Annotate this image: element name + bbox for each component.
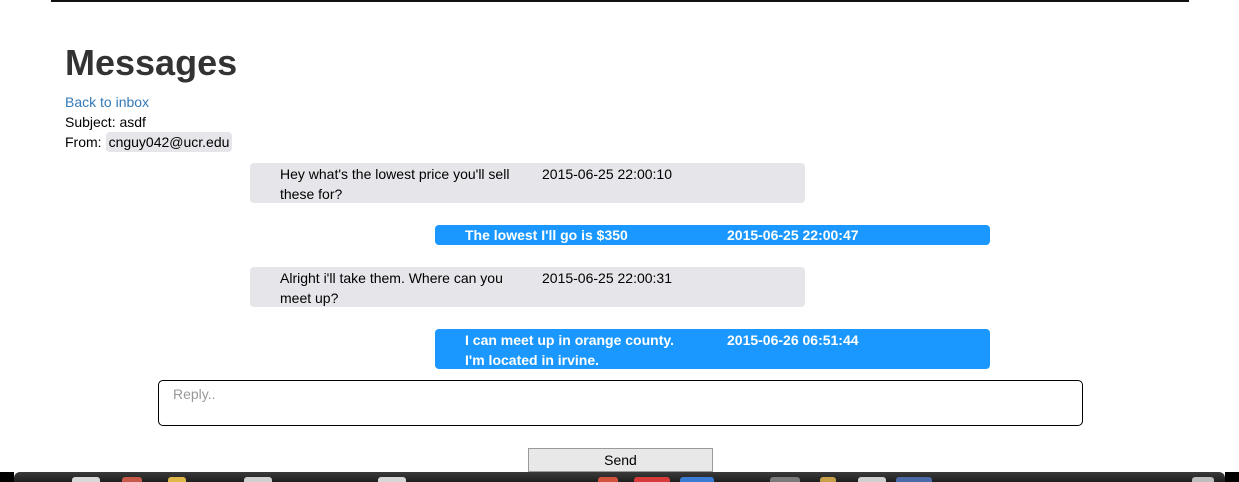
message-sent: I can meet up in orange county. I'm loca… xyxy=(435,329,990,369)
dock-app-icon[interactable] xyxy=(820,477,836,482)
send-button[interactable]: Send xyxy=(528,448,713,472)
message-received: Alright i'll take them. Where can you me… xyxy=(250,267,805,307)
reply-input[interactable] xyxy=(158,380,1083,426)
dock-app-icon[interactable] xyxy=(72,477,100,482)
page-title: Messages xyxy=(65,42,238,83)
messages-page: Messages Back to inbox Subject: asdf Fro… xyxy=(0,0,1239,482)
dock-app-icon[interactable] xyxy=(770,477,800,482)
dock-edge xyxy=(0,472,14,482)
dock-app-icon[interactable] xyxy=(378,477,406,482)
message-timestamp: 2015-06-25 22:00:10 xyxy=(542,166,672,182)
top-divider xyxy=(51,0,1189,2)
message-timestamp: 2015-06-25 22:00:31 xyxy=(542,270,672,286)
dock-app-icon[interactable] xyxy=(244,477,272,482)
dock-app-icon[interactable] xyxy=(122,477,142,482)
dock-app-icon[interactable] xyxy=(680,477,714,482)
subject-line: Subject: asdf xyxy=(65,114,146,130)
back-to-inbox-link[interactable]: Back to inbox xyxy=(65,94,149,110)
dock-app-icon[interactable] xyxy=(1192,477,1214,482)
message-text: Alright i'll take them. Where can you me… xyxy=(280,270,503,306)
dock-app-icon[interactable] xyxy=(598,477,618,482)
dock-app-icon[interactable] xyxy=(168,477,186,482)
from-line: From: cnguy042@ucr.edu xyxy=(65,132,233,152)
dock-edge xyxy=(1225,472,1239,482)
dock-app-icon[interactable] xyxy=(896,477,932,482)
message-received: Hey what's the lowest price you'll sell … xyxy=(250,163,805,203)
sender-email-badge: cnguy042@ucr.edu xyxy=(105,132,233,152)
message-timestamp: 2015-06-25 22:00:47 xyxy=(727,227,859,243)
message-text: Hey what's the lowest price you'll sell … xyxy=(280,166,510,202)
from-label: From: xyxy=(65,134,102,150)
dock-app-icon[interactable] xyxy=(858,477,886,482)
message-text: I can meet up in orange county. I'm loca… xyxy=(465,332,674,368)
message-timestamp: 2015-06-26 06:51:44 xyxy=(727,332,859,348)
os-dock xyxy=(14,472,1225,482)
message-sent: The lowest I'll go is $350 2015-06-25 22… xyxy=(435,225,990,245)
message-text: The lowest I'll go is $350 xyxy=(465,227,628,243)
dock-app-icon[interactable] xyxy=(634,477,670,482)
